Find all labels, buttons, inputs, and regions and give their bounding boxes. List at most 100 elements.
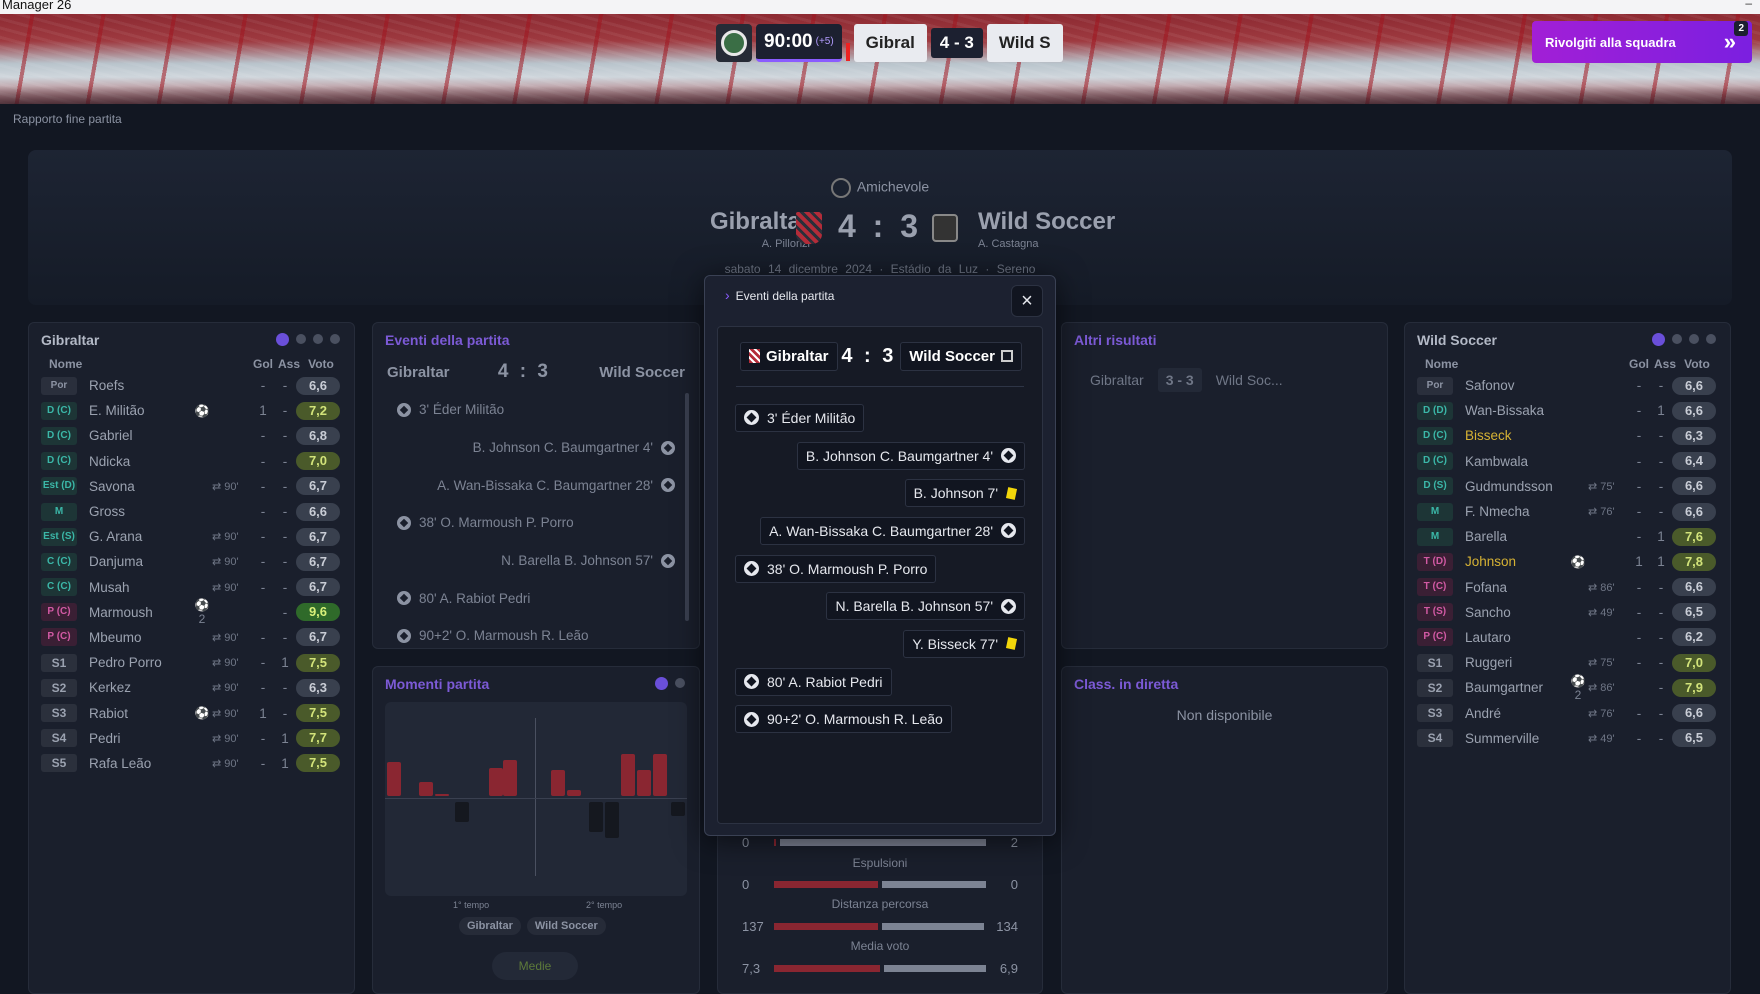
event-text: N. Barella B. Johnson 57' bbox=[835, 598, 993, 615]
medie-button[interactable]: Medie bbox=[492, 952, 578, 980]
player-row[interactable]: S3 André ⇄ 76' - -6,6 bbox=[1405, 700, 1730, 725]
substitution-info: ⇄ 90' bbox=[212, 757, 239, 770]
player-row[interactable]: D (D) Wan-Bissaka -1 6,6 bbox=[1405, 398, 1730, 423]
modal-event-item[interactable]: A. Wan-Bissaka C. Baumgartner 28' bbox=[718, 512, 1042, 550]
modal-event-item[interactable]: 38' O. Marmoush P. Porro bbox=[718, 550, 1042, 588]
position-badge: T (S) bbox=[1417, 603, 1453, 622]
goal-icon bbox=[744, 561, 759, 577]
player-assists: - bbox=[1658, 705, 1664, 721]
substitution-info: ⇄ 90' bbox=[212, 732, 239, 745]
momenti-pager[interactable] bbox=[655, 677, 685, 690]
player-row[interactable]: D (C) Gabriel - -6,8 bbox=[29, 423, 354, 448]
player-row[interactable]: S4 Pedri ⇄ 90' -1 7,7 bbox=[29, 726, 354, 751]
home-roster-pager[interactable] bbox=[276, 333, 340, 346]
player-row[interactable]: M Gross - -6,6 bbox=[29, 499, 354, 524]
away-roster-pager[interactable] bbox=[1652, 333, 1716, 346]
player-row[interactable]: C (C) Danjuma ⇄ 90' - -6,7 bbox=[29, 549, 354, 574]
player-row[interactable]: Est (S) G. Arana ⇄ 90' - -6,7 bbox=[29, 524, 354, 549]
player-goals: - bbox=[1636, 403, 1642, 419]
player-row[interactable]: T (D) Johnson ⚽ 1 1 7,8 bbox=[1405, 549, 1730, 574]
legend-home[interactable]: Gibraltar bbox=[459, 917, 521, 935]
player-goals: - bbox=[1636, 655, 1642, 671]
stat-away-value: 6,9 bbox=[999, 960, 1018, 976]
legend-away[interactable]: Wild Soccer bbox=[526, 917, 606, 935]
player-row[interactable]: D (C) Bisseck - -6,3 bbox=[1405, 423, 1730, 448]
modal-event-item[interactable]: B. Johnson 7' bbox=[718, 474, 1042, 512]
player-assists: - bbox=[1658, 655, 1664, 671]
col-assists: Ass bbox=[1653, 357, 1676, 371]
player-row[interactable]: Est (D) Savona ⇄ 90' - -6,7 bbox=[29, 474, 354, 499]
player-row[interactable]: S2 Kerkez ⇄ 90' - -6,3 bbox=[29, 675, 354, 700]
player-row[interactable]: P (C) Marmoush ⚽2 -9,6 bbox=[29, 598, 354, 626]
player-assists: - bbox=[282, 554, 288, 570]
position-badge: C (C) bbox=[41, 578, 77, 597]
player-row[interactable]: M F. Nmecha ⇄ 76' - -6,6 bbox=[1405, 499, 1730, 524]
player-rating: 6,6 bbox=[1672, 704, 1716, 723]
player-row[interactable]: S1 Pedro Porro ⇄ 90' -1 7,5 bbox=[29, 650, 354, 675]
player-row[interactable]: S3 Rabiot ⚽ ⇄ 90' 1-7,5 bbox=[29, 700, 354, 725]
player-row[interactable]: P (C) Mbeumo ⇄ 90' - -6,7 bbox=[29, 625, 354, 650]
player-row[interactable]: P (C) Lautaro - -6,2 bbox=[1405, 625, 1730, 650]
altri-result-row[interactable]: Gibraltar 3 - 3 Wild Soc... bbox=[1090, 365, 1359, 395]
player-name: Gross bbox=[89, 504, 126, 520]
position-badge: D (C) bbox=[1417, 452, 1453, 471]
away-team[interactable]: Wild Soccer A. Castagna bbox=[978, 208, 1115, 250]
player-row[interactable]: C (C) Musah ⇄ 90' - -6,7 bbox=[29, 575, 354, 600]
modal-event-item[interactable]: 90+2' O. Marmoush R. Leão bbox=[718, 701, 1042, 739]
player-goals: - bbox=[260, 629, 266, 645]
player-row[interactable]: Por Safonov - -6,6 bbox=[1405, 373, 1730, 398]
player-goals: - bbox=[260, 579, 266, 595]
stat-away-value: 0 bbox=[1010, 876, 1018, 892]
modal-event-item[interactable]: N. Barella B. Johnson 57' bbox=[718, 587, 1042, 625]
player-assists: - bbox=[1658, 378, 1664, 394]
competition-label: Amichevole bbox=[856, 178, 930, 195]
player-row[interactable]: M Barella -1 7,6 bbox=[1405, 524, 1730, 549]
modal-event-item[interactable]: Y. Bisseck 77' bbox=[718, 625, 1042, 663]
modal-event-item[interactable]: B. Johnson C. Baumgartner 4' bbox=[718, 437, 1042, 475]
player-row[interactable]: T (C) Fofana ⇄ 86' - -6,6 bbox=[1405, 575, 1730, 600]
goal-icon: ⚽ bbox=[194, 403, 210, 418]
player-row[interactable]: T (S) Sancho ⇄ 49' - -6,5 bbox=[1405, 600, 1730, 625]
player-row[interactable]: D (C) E. Militão ⚽ 1-7,2 bbox=[29, 398, 354, 423]
player-row[interactable]: Por Roefs - -6,6 bbox=[29, 373, 354, 398]
event-chip: A. Wan-Bissaka C. Baumgartner 28' bbox=[760, 516, 1025, 545]
player-assists: - bbox=[282, 604, 288, 620]
substitution-info: ⇄ 90' bbox=[212, 657, 239, 670]
minimize-button[interactable]: – bbox=[1745, 0, 1752, 9]
player-row[interactable]: S1 Ruggeri ⇄ 75' - -7,0 bbox=[1405, 650, 1730, 675]
player-assists: - bbox=[282, 504, 288, 520]
app-title: Manager 26 bbox=[2, 0, 72, 12]
player-goals: - bbox=[260, 529, 266, 545]
event-chip: 90+2' O. Marmoush R. Leão bbox=[735, 705, 952, 734]
player-name: Gabriel bbox=[89, 428, 133, 444]
goal-icon bbox=[397, 591, 411, 606]
people-count-badge: 2 bbox=[1734, 21, 1748, 36]
player-assists: - bbox=[282, 529, 288, 545]
player-row[interactable]: D (C) Ndicka - -7,0 bbox=[29, 449, 354, 474]
col-assists: Ass bbox=[277, 357, 300, 371]
modal-title[interactable]: Eventi della partita bbox=[725, 287, 835, 303]
player-row[interactable]: S2 Baumgartner ⚽2 ⇄ 86' -7,9 bbox=[1405, 674, 1730, 702]
player-rating: 6,5 bbox=[1672, 603, 1716, 622]
modal-event-item[interactable]: 3' Éder Militão bbox=[718, 399, 1042, 437]
stat-row: 137 134 bbox=[742, 916, 1018, 936]
event-text: 80' A. Rabiot Pedri bbox=[767, 673, 883, 690]
team-talk-button[interactable]: Rivolgiti alla squadra » 2 bbox=[1532, 21, 1752, 63]
player-row[interactable]: S4 Summerville ⇄ 49' - -6,5 bbox=[1405, 726, 1730, 751]
player-row[interactable]: D (C) Kambwala - -6,4 bbox=[1405, 449, 1730, 474]
event-text: Y. Bisseck 77' bbox=[912, 635, 998, 652]
event-text: 38' O. Marmoush P. Porro bbox=[767, 560, 928, 577]
event-chip: 80' A. Rabiot Pedri bbox=[735, 667, 892, 696]
goal-icon: ⚽ bbox=[194, 706, 210, 721]
position-badge: T (C) bbox=[1417, 578, 1453, 597]
player-goals: 1 bbox=[259, 403, 267, 419]
player-row[interactable]: S5 Rafa Leão ⇄ 90' -1 7,5 bbox=[29, 751, 354, 776]
stat-away-value: 2 bbox=[1010, 834, 1018, 850]
close-button[interactable]: × bbox=[1011, 285, 1043, 317]
events-scrollbar[interactable] bbox=[685, 393, 689, 621]
player-goals: - bbox=[260, 428, 266, 444]
modal-event-item[interactable]: 80' A. Rabiot Pedri bbox=[718, 663, 1042, 701]
event-chip: B. Johnson C. Baumgartner 4' bbox=[796, 441, 1025, 470]
player-row[interactable]: D (S) Gudmundsson ⇄ 75' - -6,6 bbox=[1405, 474, 1730, 499]
stat-away-bar bbox=[882, 922, 984, 930]
